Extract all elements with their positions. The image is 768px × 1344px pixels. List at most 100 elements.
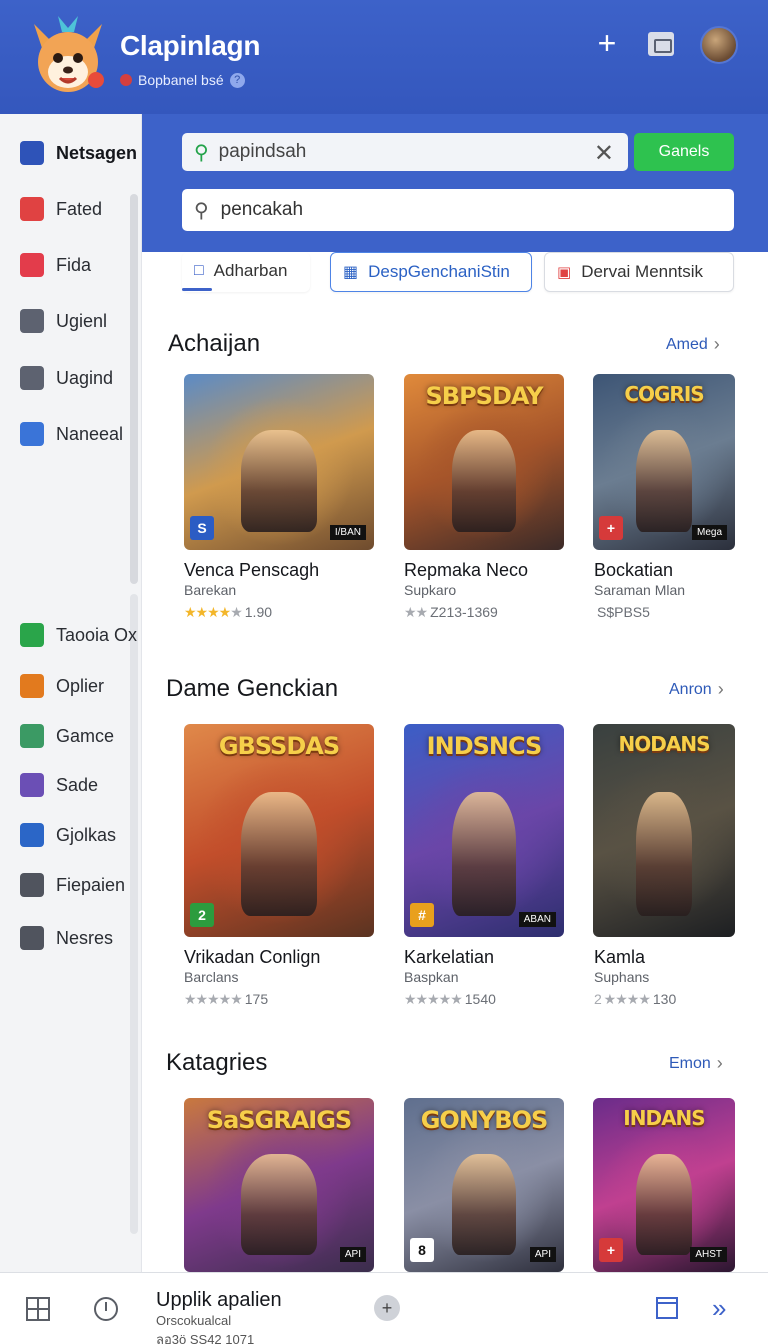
globe-icon xyxy=(20,823,44,847)
game-card-image[interactable]: INDANS + AHST xyxy=(593,1098,735,1272)
sidebar-item[interactable]: Gjolkas xyxy=(20,820,116,850)
tab-adharban[interactable]: □ Adharban xyxy=(182,252,310,292)
sidebar-item[interactable]: Netsagen xyxy=(20,138,137,168)
game-card-image[interactable]: SBPSDAY xyxy=(404,374,564,550)
star-icon xyxy=(20,197,44,221)
add-icon[interactable]: + xyxy=(592,27,622,59)
section-more-link[interactable]: Emon › xyxy=(669,1053,723,1074)
sidebar-item[interactable]: Gamce xyxy=(20,721,114,751)
games-button[interactable]: Ganels xyxy=(634,133,734,171)
game-card-rating: ★★★★★ 1540 xyxy=(404,991,496,1008)
game-card-title[interactable]: Kamla xyxy=(594,947,645,968)
star-icon: ★★ xyxy=(404,604,428,620)
publisher-tag: API xyxy=(339,1247,366,1262)
grid-icon[interactable] xyxy=(26,1297,50,1321)
sidebar-item-label: Taooia Ox xyxy=(56,624,138,645)
section-title: Katagries xyxy=(166,1049,268,1076)
game-card-title[interactable]: Repmaka Neco xyxy=(404,560,528,581)
game-card-image[interactable]: GONYBOS 8 API xyxy=(404,1098,564,1272)
star-icon: ★ xyxy=(230,604,243,620)
sidebar-scrollbar-lower[interactable] xyxy=(130,594,138,1234)
clock-icon[interactable] xyxy=(94,1297,118,1321)
now-playing-subtitle: Orscokualcal xyxy=(156,1313,232,1328)
star-icon: 2 ★★★★ xyxy=(594,991,651,1007)
sidebar-item[interactable]: Oplier xyxy=(20,671,104,701)
sidebar-item[interactable]: Uagind xyxy=(20,363,113,393)
chevron-right-icon: › xyxy=(717,679,724,699)
sidebar-item[interactable]: Ugienl xyxy=(20,306,107,336)
search-input[interactable]: ⚲ papindsah ✕ xyxy=(182,133,628,171)
double-chevron-icon[interactable]: » xyxy=(712,1293,726,1324)
section-more-link[interactable]: Amed › xyxy=(666,334,720,355)
sidebar-item[interactable]: Fiepaien xyxy=(20,870,125,900)
game-card-publisher: Barclans xyxy=(184,969,239,985)
grid-icon: ▦ xyxy=(343,264,359,281)
section-more-link[interactable]: Anron › xyxy=(669,679,724,700)
sidebar-item-label: Gjolkas xyxy=(56,824,117,845)
section-title: Dame Genckian xyxy=(166,675,339,702)
tab-label: Adharban xyxy=(213,260,288,280)
add-button[interactable]: + xyxy=(374,1295,400,1321)
publisher-tag: ABAN xyxy=(518,912,556,927)
sidebar-item[interactable]: Sade xyxy=(20,770,98,800)
secondary-search-value: pencakah xyxy=(220,199,304,220)
app-header: Clapinlagn Bopbanel bsé ? + xyxy=(0,0,768,114)
sidebar-item[interactable]: Fida xyxy=(20,250,91,280)
avatar[interactable] xyxy=(700,26,738,64)
folder-icon xyxy=(20,253,44,277)
publisher-tag: I/BAN xyxy=(329,525,366,540)
people-icon xyxy=(20,724,44,748)
fox-mascot-logo xyxy=(34,16,104,92)
rating-badge-icon: 2 xyxy=(190,903,214,927)
crown-icon xyxy=(20,926,44,950)
tab-dervai-menntsik[interactable]: ▣ Dervai Menntsik xyxy=(544,252,734,292)
chevron-right-icon: › xyxy=(713,334,720,354)
sidebar-item[interactable]: Naneeal xyxy=(20,419,123,449)
game-card-image[interactable]: NODANS xyxy=(593,724,735,937)
chevron-right-icon: › xyxy=(716,1053,723,1073)
game-card-image[interactable]: GBSSDAS 2 xyxy=(184,724,374,937)
sidebar-scrollbar[interactable] xyxy=(130,194,138,584)
circle-icon xyxy=(20,773,44,797)
game-card-title[interactable]: Bockatian xyxy=(594,560,673,581)
sidebar-item[interactable]: Fated xyxy=(20,194,102,224)
star-icon: ★★★★★ xyxy=(184,991,243,1007)
rating-value: 1.90 xyxy=(244,604,273,620)
app-title: Clapinlagn xyxy=(120,30,261,61)
sidebar-item-label: Naneeal xyxy=(56,423,124,444)
window-icon[interactable] xyxy=(656,1297,678,1319)
window-icon[interactable] xyxy=(648,32,674,56)
sidebar-item[interactable]: Taooia Ox xyxy=(20,620,137,650)
sidebar-item[interactable]: Nesres xyxy=(20,923,113,953)
sidebar-item-label: Uagind xyxy=(56,367,114,388)
search-input-value: papindsah xyxy=(218,141,307,162)
game-card-title[interactable]: Karkelatian xyxy=(404,947,494,968)
clear-icon[interactable]: ✕ xyxy=(594,139,614,168)
active-tab-indicator xyxy=(182,288,212,291)
target-icon xyxy=(20,674,44,698)
star-icon: ★★★★★ xyxy=(404,991,463,1007)
publisher-tag: AHST xyxy=(690,1247,727,1262)
info-icon[interactable]: ? xyxy=(229,72,245,88)
app-subtitle: Bopbanel bsé ? xyxy=(120,72,245,88)
game-card-rating: ★★ Z213-1369 xyxy=(404,604,498,621)
rating-value: 130 xyxy=(652,991,677,1007)
sidebar-item-label: Fated xyxy=(56,198,103,219)
game-card-title[interactable]: Vrikadan Conlign xyxy=(184,947,320,968)
tab-despgenchanistin[interactable]: ▦ DespGenchaniStin xyxy=(330,252,532,292)
game-card-image[interactable]: S I/BAN xyxy=(184,374,374,550)
game-card-publisher: Supkaro xyxy=(404,582,457,598)
game-card-title[interactable]: Venca Penscagh xyxy=(184,560,319,581)
search-icon: ⚲ xyxy=(194,141,209,164)
game-card-image[interactable]: SaSGRAIGS API xyxy=(184,1098,374,1272)
game-card-image[interactable]: COGRIS + Mega xyxy=(593,374,735,550)
publisher-tag: Mega xyxy=(691,525,727,540)
secondary-search-input[interactable]: ⚲ pencakah xyxy=(182,189,734,231)
game-card-image[interactable]: INDSNCS # ABAN xyxy=(404,724,564,937)
character-figure xyxy=(452,792,516,916)
tab-label: DespGenchaniStin xyxy=(368,262,510,281)
users-icon xyxy=(20,141,44,165)
rating-value: Z213-1369 xyxy=(430,604,498,620)
rating-badge-icon: # xyxy=(410,903,434,927)
person-icon xyxy=(20,623,44,647)
